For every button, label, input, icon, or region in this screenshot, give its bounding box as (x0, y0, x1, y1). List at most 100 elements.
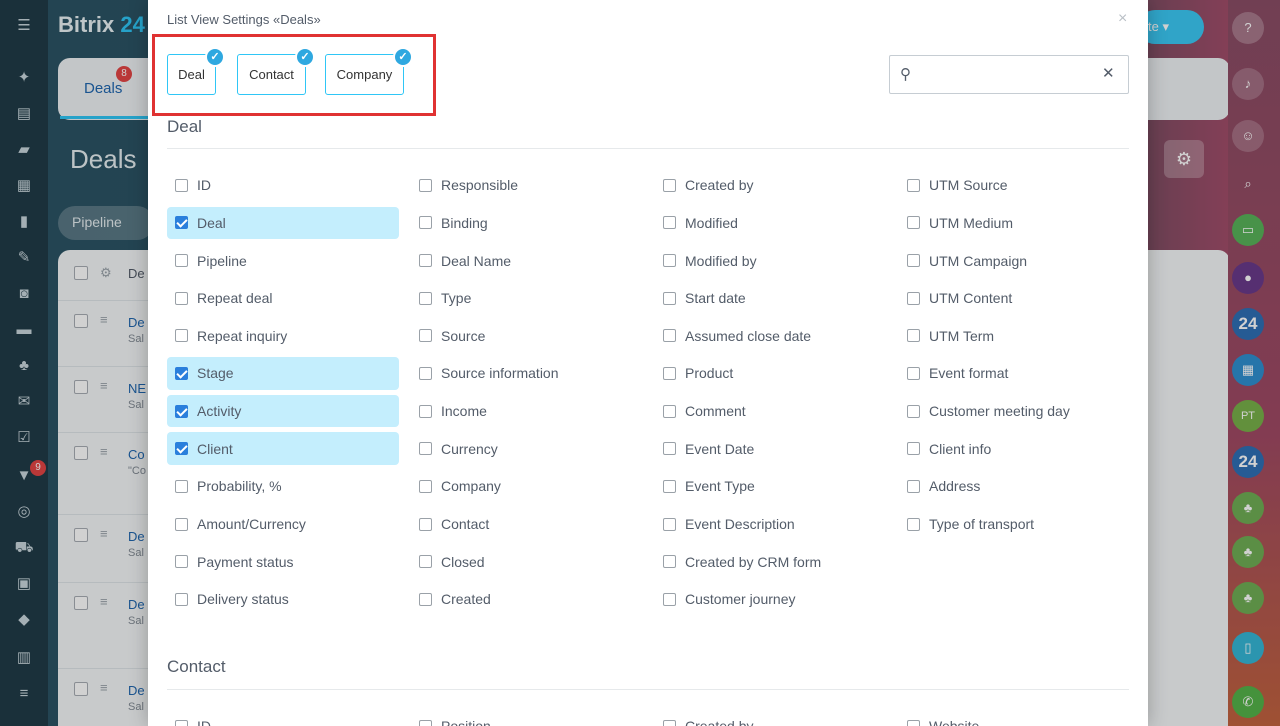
field-option[interactable]: Client info (899, 432, 1131, 465)
field-option[interactable]: Contact (411, 508, 643, 541)
field-checkbox[interactable] (663, 254, 676, 268)
field-option[interactable]: Source (411, 320, 643, 353)
field-checkbox[interactable] (663, 178, 676, 192)
field-option[interactable]: Event Description (655, 508, 887, 541)
field-option[interactable]: Currency (411, 432, 643, 465)
field-option[interactable]: Repeat inquiry (167, 320, 399, 353)
field-option[interactable]: Responsible (411, 169, 643, 202)
field-checkbox[interactable] (663, 216, 676, 230)
field-option[interactable]: Deal (167, 206, 399, 240)
field-option[interactable]: Created by (655, 169, 887, 202)
field-option[interactable]: Probability, % (167, 470, 399, 503)
field-option[interactable]: Comment (655, 395, 887, 428)
field-checkbox[interactable] (663, 404, 676, 418)
field-checkbox[interactable] (175, 404, 188, 418)
field-option[interactable]: UTM Medium (899, 207, 1131, 240)
field-checkbox[interactable] (175, 216, 188, 230)
field-checkbox[interactable] (663, 517, 676, 531)
field-checkbox[interactable] (419, 592, 432, 606)
field-option[interactable]: Company (411, 470, 643, 503)
field-checkbox[interactable] (419, 404, 432, 418)
field-checkbox[interactable] (907, 517, 920, 531)
field-checkbox[interactable] (663, 555, 676, 569)
field-option[interactable]: Product (655, 357, 887, 390)
field-option[interactable]: Delivery status (167, 583, 399, 616)
field-option[interactable]: Event Date (655, 432, 887, 465)
field-option[interactable]: Created by (655, 716, 887, 726)
field-option[interactable]: UTM Content (899, 282, 1131, 315)
field-checkbox[interactable] (419, 517, 432, 531)
field-option[interactable]: Amount/Currency (167, 508, 399, 541)
field-checkbox[interactable] (907, 442, 920, 456)
field-checkbox[interactable] (907, 291, 920, 305)
field-checkbox[interactable] (663, 442, 676, 456)
field-option[interactable]: Customer journey (655, 583, 887, 616)
field-option[interactable]: Assumed close date (655, 320, 887, 353)
close-icon[interactable]: × (1118, 10, 1127, 28)
field-checkbox[interactable] (175, 329, 188, 343)
field-checkbox[interactable] (175, 178, 188, 192)
field-option[interactable]: Closed (411, 545, 643, 578)
search-input[interactable] (924, 64, 1094, 86)
field-checkbox[interactable] (663, 291, 676, 305)
field-option[interactable]: Repeat deal (167, 282, 399, 315)
field-option[interactable]: Website (899, 716, 1131, 726)
field-option[interactable]: Address (899, 470, 1131, 503)
field-checkbox[interactable] (907, 719, 920, 726)
field-option[interactable]: Event format (899, 357, 1131, 390)
field-checkbox[interactable] (663, 329, 676, 343)
field-option[interactable]: Stage (167, 357, 399, 390)
field-checkbox[interactable] (663, 366, 676, 380)
field-checkbox[interactable] (175, 254, 188, 268)
field-option[interactable]: Modified (655, 207, 887, 240)
field-option[interactable]: Payment status (167, 545, 399, 578)
field-option[interactable]: Type of transport (899, 508, 1131, 541)
field-option[interactable]: ID (167, 169, 399, 202)
field-checkbox[interactable] (419, 442, 432, 456)
field-checkbox[interactable] (907, 404, 920, 418)
field-option[interactable]: Pipeline (167, 244, 399, 277)
field-checkbox[interactable] (907, 216, 920, 230)
field-checkbox[interactable] (175, 592, 188, 606)
field-option[interactable]: Position (411, 716, 643, 726)
field-option[interactable]: UTM Source (899, 169, 1131, 202)
field-option[interactable]: Start date (655, 282, 887, 315)
field-checkbox[interactable] (175, 479, 188, 493)
field-checkbox[interactable] (175, 366, 188, 380)
field-option[interactable]: UTM Campaign (899, 244, 1131, 277)
field-checkbox[interactable] (419, 178, 432, 192)
field-checkbox[interactable] (907, 479, 920, 493)
field-option[interactable]: Source information (411, 357, 643, 390)
field-option[interactable]: Income (411, 395, 643, 428)
field-option[interactable]: Client (167, 432, 399, 465)
field-checkbox[interactable] (419, 479, 432, 493)
field-checkbox[interactable] (907, 178, 920, 192)
field-checkbox[interactable] (907, 254, 920, 268)
field-option[interactable]: Binding (411, 207, 643, 240)
field-option[interactable]: Customer meeting day (899, 395, 1131, 428)
field-option[interactable]: Created (411, 583, 643, 616)
field-checkbox[interactable] (419, 329, 432, 343)
field-checkbox[interactable] (419, 216, 432, 230)
field-option[interactable]: UTM Term (899, 320, 1131, 353)
field-option[interactable]: Type (411, 282, 643, 315)
field-checkbox[interactable] (419, 555, 432, 569)
field-checkbox[interactable] (419, 719, 432, 726)
field-checkbox[interactable] (663, 592, 676, 606)
field-checkbox[interactable] (907, 366, 920, 380)
field-checkbox[interactable] (175, 291, 188, 305)
field-checkbox[interactable] (419, 254, 432, 268)
clear-search-icon[interactable]: ✕ (1102, 64, 1115, 82)
field-option[interactable]: Created by CRM form (655, 545, 887, 578)
field-checkbox[interactable] (175, 442, 188, 456)
field-checkbox[interactable] (175, 517, 188, 531)
field-checkbox[interactable] (175, 555, 188, 569)
field-checkbox[interactable] (663, 719, 676, 726)
field-option[interactable]: ID (167, 716, 399, 726)
field-checkbox[interactable] (419, 366, 432, 380)
field-checkbox[interactable] (175, 719, 188, 726)
field-option[interactable]: Event Type (655, 470, 887, 503)
field-option[interactable]: Deal Name (411, 244, 643, 277)
field-option[interactable]: Modified by (655, 244, 887, 277)
field-option[interactable]: Activity (167, 394, 399, 428)
